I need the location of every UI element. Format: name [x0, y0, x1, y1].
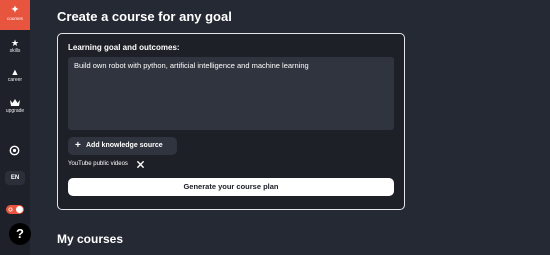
triangle-icon: ▲ [10, 67, 20, 77]
close-icon[interactable] [137, 161, 145, 168]
nav-label-career: career [7, 77, 23, 83]
nav-item-career[interactable]: ▲ career [0, 67, 30, 84]
course-form-card: Learning goal and outcomes: Build own ro… [57, 33, 405, 210]
page-title: Create a course for any goal [57, 9, 232, 24]
toggle-knob [16, 206, 23, 213]
sun-icon [8, 207, 13, 212]
crown-icon [0, 99, 30, 107]
nav-item-skills[interactable]: ★ skills [0, 38, 30, 55]
nav-item-upgrade[interactable]: upgrade [0, 98, 30, 115]
add-source-label: Add knowledge source [86, 142, 163, 149]
nav-item-courses[interactable]: ✦ courses [0, 0, 30, 30]
goal-textarea[interactable]: Build own robot with python, artificial … [68, 57, 394, 130]
goal-label: Learning goal and outcomes: [68, 43, 180, 52]
generate-course-plan-button[interactable]: Generate your course plan [68, 178, 394, 196]
help-button[interactable]: ? [9, 223, 31, 245]
add-knowledge-source-button[interactable]: + Add knowledge source [68, 137, 177, 155]
nav-label-courses: courses [7, 16, 23, 21]
plus-icon: + [75, 140, 81, 151]
settings-button[interactable] [9, 143, 20, 156]
nav-label-upgrade: upgrade [5, 108, 25, 114]
source-chip-label: YouTube public videos [68, 161, 128, 167]
settings-icon [9, 145, 20, 156]
sidebar: ✦ courses ★ skills ▲ career upgrade EN [0, 0, 30, 255]
source-chip: YouTube public videos [68, 159, 145, 169]
my-courses-title: My courses [57, 232, 124, 246]
nav-label-skills: skills [9, 48, 21, 54]
language-selector[interactable]: EN [5, 171, 25, 185]
star-icon: ★ [10, 38, 20, 48]
theme-toggle[interactable] [6, 205, 24, 214]
sparkle-icon: ✦ [10, 4, 20, 16]
